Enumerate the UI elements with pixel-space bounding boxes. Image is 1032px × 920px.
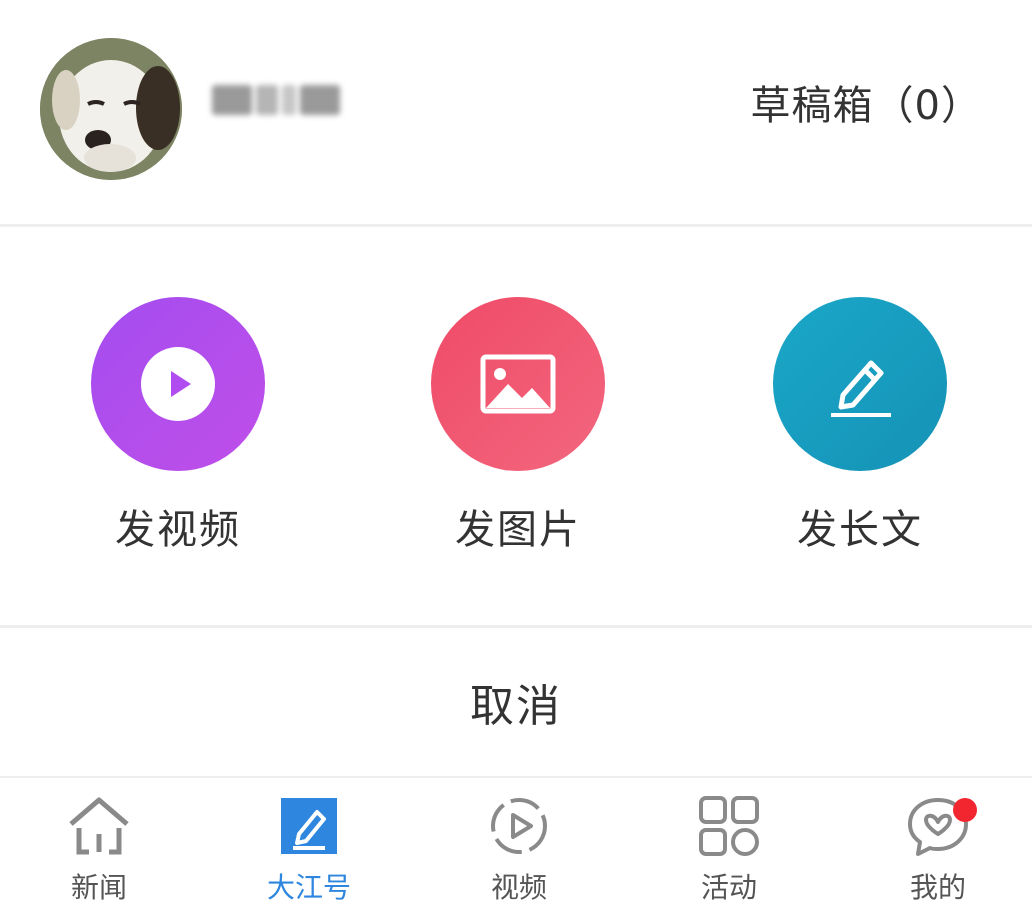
grid-icon (697, 794, 761, 858)
post-image-label: 发图片 (455, 507, 581, 553)
tab-video-label: 视频 (490, 871, 547, 904)
tab-dajianghao[interactable]: 大江号 (244, 792, 374, 912)
bottom-tab-bar: 新闻 大江号 视频 活动 我的 (0, 778, 1032, 920)
tab-news[interactable]: 新闻 (34, 792, 164, 912)
notification-badge (953, 798, 977, 822)
image-icon (431, 297, 605, 471)
tab-me[interactable]: 我的 (873, 792, 1003, 912)
tab-me-label: 我的 (909, 871, 966, 904)
home-icon (67, 794, 131, 858)
avatar[interactable] (40, 38, 182, 180)
tab-news-label: 新闻 (70, 871, 127, 904)
publish-actions: 发视频 发图片 发长文 (0, 227, 1032, 625)
drafts-link[interactable]: 草稿箱（0） (751, 78, 982, 134)
cancel-button[interactable]: 取消 (0, 628, 1032, 776)
pencil-icon (773, 297, 947, 471)
tab-activities[interactable]: 活动 (664, 792, 794, 912)
profile-header: 草稿箱（0） (0, 0, 1032, 224)
post-article-label: 发长文 (797, 507, 923, 553)
compose-icon (277, 794, 341, 858)
post-video-label: 发视频 (115, 507, 241, 553)
post-video-button[interactable]: 发视频 (88, 297, 268, 567)
tab-activities-label: 活动 (700, 871, 757, 904)
play-icon (91, 297, 265, 471)
video-icon (487, 794, 551, 858)
username-redacted (212, 78, 340, 122)
tab-dajianghao-label: 大江号 (266, 871, 351, 904)
post-article-button[interactable]: 发长文 (770, 297, 950, 567)
tab-video[interactable]: 视频 (454, 792, 584, 912)
post-image-button[interactable]: 发图片 (428, 297, 608, 567)
